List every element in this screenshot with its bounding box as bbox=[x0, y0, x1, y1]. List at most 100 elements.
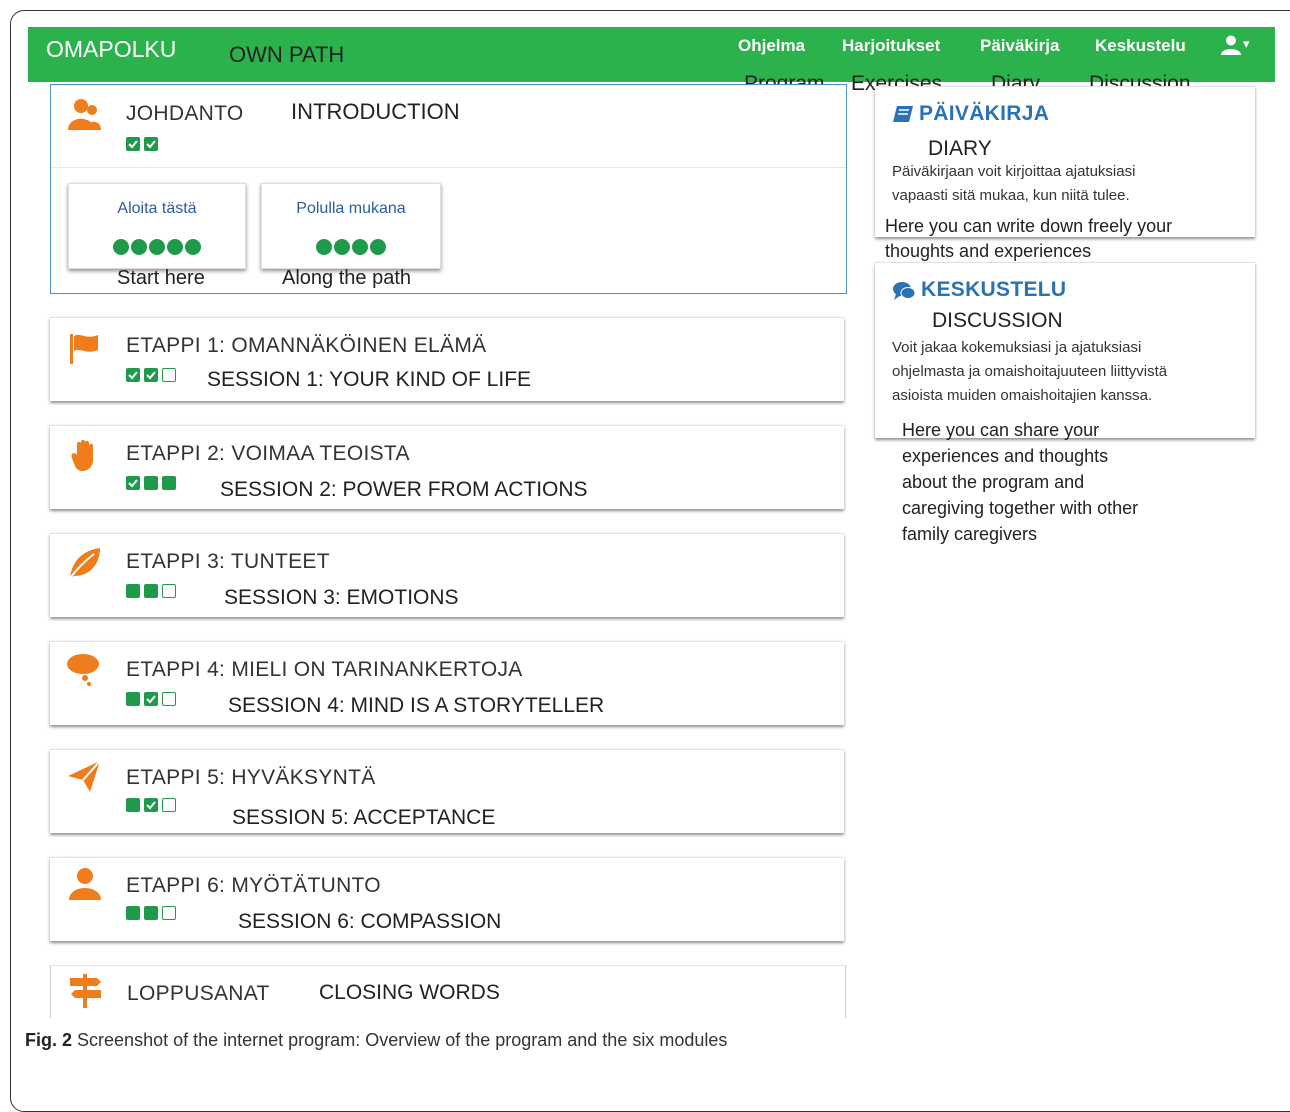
module-translation: SESSION 1: YOUR KIND OF LIFE bbox=[207, 368, 532, 391]
nav-paivakirja[interactable]: Päiväkirja bbox=[980, 36, 1059, 56]
module-translation: SESSION 6: COMPASSION bbox=[238, 910, 502, 933]
intro-translation: INTRODUCTION bbox=[291, 99, 460, 124]
discussion-translation: DISCUSSION bbox=[932, 309, 1063, 332]
text-line: vapaasti sitä mukaa, kun niitä tulee. bbox=[892, 187, 1130, 204]
intro-divider bbox=[51, 167, 846, 168]
filled-box-icon bbox=[144, 906, 158, 920]
discussion-description-translation: Here you can share your experiences and … bbox=[902, 417, 1138, 547]
check-icon bbox=[144, 368, 158, 382]
discussion-panel[interactable]: KESKUSTELU DISCUSSION Voit jakaa kokemuk… bbox=[875, 262, 1255, 438]
module-card-4[interactable]: ETAPPI 4: MIELI ON TARINANKERTOJA SESSIO… bbox=[50, 641, 844, 725]
diary-description-translation: Here you can write down freely your thou… bbox=[885, 214, 1172, 264]
brand-logo[interactable]: OMAPOLKU bbox=[46, 36, 176, 63]
text-line: Päiväkirjaan voit kirjoittaa ajatuksiasi bbox=[892, 163, 1136, 180]
diary-translation: DIARY bbox=[928, 137, 992, 160]
module-translation: SESSION 3: EMOTIONS bbox=[224, 586, 459, 609]
subcard-label: Polulla mukana bbox=[296, 200, 406, 217]
text-line: Here you can write down freely your bbox=[885, 216, 1173, 236]
check-icon bbox=[144, 692, 158, 706]
check-icon bbox=[144, 798, 158, 812]
subcard-along-the-path[interactable]: Polulla mukana bbox=[261, 183, 441, 269]
subcard-start-here[interactable]: Aloita tästä bbox=[68, 183, 246, 269]
progress-dot bbox=[149, 239, 165, 255]
module-title: ETAPPI 3: TUNTEET bbox=[126, 550, 330, 573]
filled-box-icon bbox=[126, 906, 140, 920]
check-icon bbox=[144, 137, 158, 151]
progress-dot bbox=[352, 239, 368, 255]
flag-icon bbox=[70, 334, 98, 364]
discussion-title: KESKUSTELU bbox=[921, 278, 1067, 301]
text-line: experiences and thoughts bbox=[902, 446, 1109, 466]
signpost-icon bbox=[70, 974, 101, 1008]
module-card-6[interactable]: ETAPPI 6: MYÖTÄTUNTO SESSION 6: COMPASSI… bbox=[50, 857, 844, 941]
thought-cloud-icon bbox=[67, 654, 99, 686]
module-title: ETAPPI 4: MIELI ON TARINANKERTOJA bbox=[126, 658, 523, 681]
empty-box-icon bbox=[162, 584, 176, 598]
brand-translation: OWN PATH bbox=[229, 42, 345, 67]
figure-caption: Fig. 2 Screenshot of the internet progra… bbox=[25, 1030, 727, 1051]
module-title: ETAPPI 6: MYÖTÄTUNTO bbox=[126, 874, 381, 897]
subcard-label: Aloita tästä bbox=[117, 200, 197, 217]
empty-box-icon bbox=[162, 798, 176, 812]
top-navbar: OMAPOLKU Ohjelma Harjoitukset Päiväkirja… bbox=[28, 27, 1275, 82]
people-icon bbox=[68, 99, 101, 130]
caption-text: Screenshot of the internet program: Over… bbox=[77, 1030, 728, 1050]
text-line: asioista muiden omaishoitajien kanssa. bbox=[892, 387, 1153, 404]
progress-dot bbox=[185, 239, 201, 255]
module-translation: SESSION 5: ACCEPTANCE bbox=[232, 806, 496, 829]
check-icon bbox=[126, 368, 140, 382]
filled-box-icon bbox=[126, 584, 140, 598]
filled-box-icon bbox=[144, 476, 158, 490]
chat-bubbles-icon bbox=[893, 282, 916, 300]
module-title: ETAPPI 1: OMANNÄKÖINEN ELÄMÄ bbox=[126, 334, 487, 357]
intro-title: JOHDANTO bbox=[126, 102, 244, 125]
filled-box-icon bbox=[144, 584, 158, 598]
module-card-5[interactable]: ETAPPI 5: HYVÄKSYNTÄ SESSION 5: ACCEPTAN… bbox=[50, 749, 844, 833]
progress-dot bbox=[113, 239, 129, 255]
closing-title: LOPPUSANAT bbox=[127, 982, 270, 1005]
user-icon bbox=[1221, 35, 1241, 55]
diary-title: PÄIVÄKIRJA bbox=[919, 102, 1050, 125]
person-icon bbox=[69, 868, 101, 900]
filled-box-icon bbox=[126, 692, 140, 706]
leaf-icon bbox=[69, 548, 100, 579]
module-title: ETAPPI 2: VOIMAA TEOISTA bbox=[126, 442, 410, 465]
user-menu[interactable]: ▾ bbox=[1220, 34, 1256, 60]
intro-card[interactable]: JOHDANTO INTRODUCTION Aloita tästä Polul… bbox=[50, 84, 847, 294]
filled-box-icon bbox=[126, 798, 140, 812]
closing-card[interactable]: LOPPUSANAT CLOSING WORDS bbox=[50, 965, 846, 1018]
hand-icon bbox=[71, 439, 93, 471]
progress-dot bbox=[131, 239, 147, 255]
check-icon bbox=[126, 137, 140, 151]
empty-box-icon bbox=[162, 906, 176, 920]
module-card-1[interactable]: ETAPPI 1: OMANNÄKÖINEN ELÄMÄ SESSION 1: … bbox=[50, 317, 844, 401]
module-card-3[interactable]: ETAPPI 3: TUNTEET SESSION 3: EMOTIONS bbox=[50, 533, 844, 617]
text-line: Voit jakaa kokemuksiasi ja ajatuksiasi bbox=[892, 339, 1142, 356]
diary-description: Päiväkirjaan voit kirjoittaa ajatuksiasi… bbox=[892, 160, 1135, 208]
progress-dot bbox=[370, 239, 386, 255]
progress-dot bbox=[167, 239, 183, 255]
progress-dot bbox=[316, 239, 332, 255]
check-icon bbox=[126, 476, 140, 490]
text-line: family caregivers bbox=[902, 524, 1038, 544]
module-title: ETAPPI 5: HYVÄKSYNTÄ bbox=[126, 766, 376, 789]
empty-box-icon bbox=[162, 692, 176, 706]
nav-keskustelu[interactable]: Keskustelu bbox=[1095, 36, 1186, 56]
text-line: Here you can share your bbox=[902, 420, 1100, 440]
closing-translation: CLOSING WORDS bbox=[319, 981, 500, 1004]
paper-plane-icon bbox=[68, 760, 101, 792]
discussion-description: Voit jakaa kokemuksiasi ja ajatuksiasi o… bbox=[892, 336, 1167, 408]
module-translation: SESSION 4: MIND IS A STORYTELLER bbox=[228, 694, 605, 717]
module-card-2[interactable]: ETAPPI 2: VOIMAA TEOISTA SESSION 2: POWE… bbox=[50, 425, 844, 509]
subcard-start-translation: Start here bbox=[117, 267, 205, 289]
text-line: about the program and bbox=[902, 472, 1085, 492]
progress-dot bbox=[334, 239, 350, 255]
nav-harjoitukset[interactable]: Harjoitukset bbox=[842, 36, 940, 56]
caption-label: Fig. 2 bbox=[25, 1030, 73, 1050]
empty-box-icon bbox=[162, 368, 176, 382]
text-line: caregiving together with other bbox=[902, 498, 1139, 518]
nav-ohjelma[interactable]: Ohjelma bbox=[738, 36, 805, 56]
chevron-down-icon: ▾ bbox=[1243, 36, 1250, 51]
book-icon bbox=[893, 106, 913, 122]
text-line: thoughts and experiences bbox=[885, 241, 1092, 261]
